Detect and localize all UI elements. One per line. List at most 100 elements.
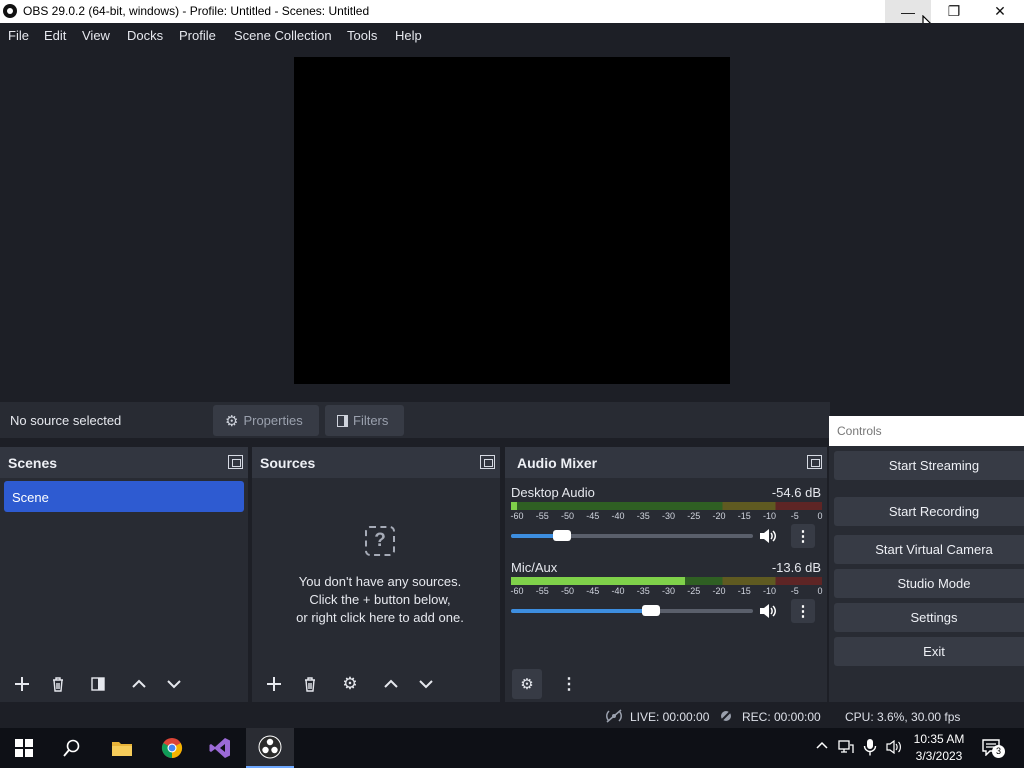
chrome-taskbar-button[interactable]: [148, 728, 196, 768]
meter-scale: -60 -55 -50 -45 -40 -35 -30 -25 -20 -15 -10 -5 0: [510, 511, 823, 523]
gear-icon: ⚙: [225, 412, 239, 430]
menu-help[interactable]: Help: [395, 28, 422, 43]
studio-mode-button[interactable]: Studio Mode: [834, 569, 1024, 598]
meter-scale-label: -5: [790, 511, 799, 521]
file-explorer-taskbar-button[interactable]: [98, 728, 146, 768]
exit-button[interactable]: Exit: [834, 637, 1024, 666]
meter-scale-label: -5: [790, 586, 799, 596]
meter-scale-label: -20: [712, 586, 726, 596]
chevron-down-icon: [419, 680, 433, 689]
title-bar: OBS 29.0.2 (64-bit, windows) - Profile: …: [0, 0, 1024, 23]
notification-center-icon[interactable]: 3: [982, 739, 1005, 758]
meter-scale-label: -10: [762, 511, 777, 521]
properties-button[interactable]: ⚙ Properties: [213, 405, 319, 436]
taskbar-clock[interactable]: 10:35 AM 3/3/2023: [904, 731, 974, 765]
meter-scale-label: -45: [586, 586, 600, 596]
start-streaming-button[interactable]: Start Streaming: [834, 451, 1024, 480]
source-status-label: No source selected: [10, 413, 122, 428]
chevron-up-icon: [384, 679, 398, 688]
undock-icon[interactable]: [228, 455, 243, 469]
volume-slider-handle[interactable]: [553, 530, 571, 541]
meter-scale-label: -45: [586, 511, 600, 521]
sources-dock-header: Sources: [252, 447, 500, 478]
menu-scene-collection[interactable]: Scene Collection: [234, 28, 332, 43]
undock-icon[interactable]: [807, 455, 822, 469]
add-source-button[interactable]: [259, 669, 289, 699]
channel-menu-button[interactable]: ⋮: [791, 524, 815, 548]
obs-taskbar-button[interactable]: [246, 728, 294, 768]
volume-slider[interactable]: [511, 605, 753, 616]
meter-scale: -60 -55 -50 -45 -40 -35 -30 -25 -20 -15 -10 -5 0: [510, 586, 823, 598]
meter-scale-label: 0: [817, 511, 823, 521]
clock-time: 10:35 AM: [913, 732, 965, 746]
undock-icon[interactable]: [480, 455, 495, 469]
live-status: LIVE: 00:00:00: [630, 710, 710, 724]
preview-canvas[interactable]: [294, 57, 730, 384]
meter-scale-label: -60: [510, 586, 524, 596]
kebab-icon: ⋮: [795, 603, 811, 620]
scenes-dock-title: Scenes: [8, 455, 58, 471]
start-virtual-camera-button[interactable]: Start Virtual Camera: [834, 535, 1024, 564]
menu-edit[interactable]: Edit: [44, 28, 66, 43]
advanced-audio-properties-button[interactable]: ⚙: [512, 669, 542, 699]
scenes-dock-header: Scenes: [0, 447, 248, 478]
remove-scene-button[interactable]: [43, 669, 73, 699]
source-toolbar: No source selected ⚙ Properties Filters: [0, 402, 830, 438]
chevron-down-icon: [167, 680, 181, 689]
move-scene-up-button[interactable]: [124, 669, 154, 699]
move-scene-down-button[interactable]: [159, 669, 189, 699]
chevron-up-icon[interactable]: [815, 738, 829, 755]
speaker-icon[interactable]: [758, 528, 778, 544]
start-recording-button[interactable]: Start Recording: [834, 497, 1024, 526]
obs-logo-icon: [3, 4, 17, 18]
search-button[interactable]: [48, 728, 96, 768]
menu-view[interactable]: View: [82, 28, 110, 43]
recording-icon: [719, 709, 733, 723]
meter-scale-label: -30: [661, 586, 676, 596]
visual-studio-icon: [209, 738, 230, 758]
windows-logo-icon: [15, 739, 33, 757]
meter-scale-label: -15: [737, 511, 751, 521]
menu-bar: File Edit View Docks Profile Scene Colle…: [0, 23, 1024, 47]
cpu-status: CPU: 3.6%, 30.00 fps: [845, 710, 961, 724]
folder-icon: [112, 742, 132, 756]
start-button[interactable]: [0, 728, 48, 768]
menu-profile[interactable]: Profile: [179, 28, 216, 43]
volume-icon[interactable]: [886, 739, 902, 757]
menu-docks[interactable]: Docks: [127, 28, 163, 43]
move-source-up-button[interactable]: [376, 669, 406, 699]
plus-icon: [267, 677, 281, 691]
network-icon[interactable]: [838, 740, 854, 757]
maximize-button[interactable]: ❐: [931, 0, 977, 23]
filters-button[interactable]: Filters: [325, 405, 404, 436]
speaker-icon[interactable]: [758, 603, 778, 619]
add-scene-button[interactable]: [7, 669, 37, 699]
meter-scale-label: -40: [611, 511, 625, 521]
scenes-dock: Scenes Scene: [0, 447, 248, 702]
mixer-menu-button[interactable]: ⋮: [554, 669, 584, 699]
properties-button-label: Properties: [243, 413, 303, 428]
volume-slider[interactable]: [511, 530, 753, 541]
menu-file[interactable]: File: [8, 28, 29, 43]
microphone-icon[interactable]: [863, 739, 877, 759]
menu-tools[interactable]: Tools: [347, 28, 377, 43]
meter-level: [511, 577, 685, 585]
filter-icon: [91, 677, 105, 691]
move-source-down-button[interactable]: [411, 669, 441, 699]
visual-studio-taskbar-button[interactable]: [196, 728, 244, 768]
scene-filters-button[interactable]: [83, 669, 113, 699]
meter-scale-label: 0: [817, 586, 823, 596]
meter-scale-label: -15: [737, 586, 751, 596]
gear-icon: ⚙: [342, 674, 358, 693]
channel-menu-button[interactable]: ⋮: [791, 599, 815, 623]
volume-slider-handle[interactable]: [642, 605, 660, 616]
channel-name: Desktop Audio: [511, 485, 595, 500]
settings-button[interactable]: Settings: [834, 603, 1024, 632]
remove-source-button[interactable]: [295, 669, 325, 699]
close-button[interactable]: ✕: [977, 0, 1023, 23]
source-properties-button[interactable]: ⚙: [335, 669, 365, 699]
sources-empty-message[interactable]: You don't have any sources. Click the + …: [252, 573, 508, 627]
scene-list-item[interactable]: Scene: [4, 481, 244, 512]
live-signal-icon: [606, 709, 622, 723]
meter-scale-label: -55: [535, 511, 549, 521]
